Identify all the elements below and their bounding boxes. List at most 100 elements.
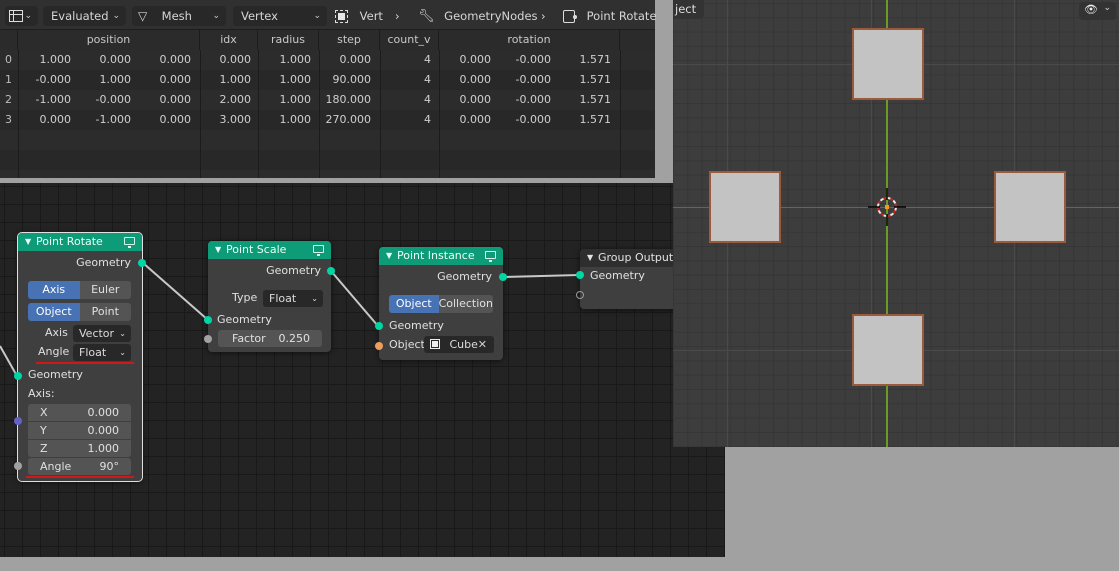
node-header[interactable]: ▼ Point Rotate <box>18 233 142 251</box>
type-dropdown[interactable]: Float ⌄ <box>263 290 323 307</box>
input-geometry-label: Geometry <box>590 269 645 282</box>
axis-z-label: Z <box>40 442 48 455</box>
domain-dropdown[interactable]: Vertex ⌄ <box>233 6 327 26</box>
rotation-type-toggle[interactable]: Axis Angle Euler <box>28 281 131 299</box>
object-mode-label: ject <box>675 2 697 16</box>
input-geometry-socket[interactable] <box>375 322 383 330</box>
angle-type-dropdown[interactable]: Float ⌄ <box>73 344 131 361</box>
node-title: Point Rotate <box>36 235 103 248</box>
space-object-option[interactable]: Object <box>28 303 80 321</box>
domain-value: Vertex <box>241 9 278 23</box>
input-geometry-socket[interactable] <box>576 271 584 279</box>
axis-z-field[interactable]: Z 1.000 <box>28 440 131 457</box>
axis-type-value: Vector <box>79 327 115 340</box>
cell-rotation: 0.000 <box>459 53 492 66</box>
visibility-selectability-button[interactable]: 👁︎ ⌄ <box>1079 2 1116 20</box>
link-input-to-rotate <box>0 345 18 377</box>
axis-type-dropdown[interactable]: Vector ⌄ <box>73 325 131 342</box>
input-axis-socket[interactable] <box>14 417 22 425</box>
space-toggle[interactable]: Object Point <box>28 303 131 321</box>
cell-step: 270.000 <box>325 113 372 126</box>
monitor-icon[interactable] <box>124 237 135 248</box>
empty-row <box>0 170 655 178</box>
column-header-radius[interactable]: radius <box>258 30 319 50</box>
chevron-down-icon: ⌄ <box>313 11 321 21</box>
object-picker[interactable]: Cube ✕ <box>424 336 494 353</box>
object-value: Cube <box>449 338 478 351</box>
input-angle-socket[interactable] <box>14 462 22 470</box>
node-point-rotate[interactable]: ▼ Point Rotate Geometry Axis Angle Euler… <box>14 232 146 482</box>
row-index-header <box>0 30 18 50</box>
input-factor-socket[interactable] <box>204 335 212 343</box>
input-geometry-socket[interactable] <box>14 372 22 380</box>
link-instance-to-output <box>502 274 581 278</box>
node-editor[interactable]: ▼ Point Rotate Geometry Axis Angle Euler… <box>0 183 725 557</box>
table-row: 3 0.000 -1.000 0.000 3.000 1.000 270.000 4 0.000… <box>0 110 655 130</box>
cell-rotation: -0.000 <box>515 73 551 86</box>
clear-x-icon[interactable]: ✕ <box>478 336 487 353</box>
cell-radius: 1.000 <box>279 113 312 126</box>
cell-radius: 1.000 <box>279 53 312 66</box>
editor-type-button[interactable]: ⌄ <box>5 6 38 26</box>
monitor-icon[interactable] <box>313 245 324 256</box>
cell-step: 0.000 <box>339 53 372 66</box>
factor-label: Factor <box>232 332 266 345</box>
node-point-instance[interactable]: ▼ Point Instance Geometry Object Collect… <box>375 247 507 360</box>
cell-radius: 1.000 <box>279 93 312 106</box>
collapse-triangle-icon[interactable]: ▼ <box>587 249 593 267</box>
collapse-triangle-icon[interactable]: ▼ <box>25 233 31 251</box>
column-header-position[interactable]: position <box>18 30 200 50</box>
instance-mode-toggle[interactable]: Object Collection <box>389 295 493 313</box>
factor-field[interactable]: Factor 0.250 <box>218 330 322 347</box>
collapse-triangle-icon[interactable]: ▼ <box>215 241 221 259</box>
column-header-rotation[interactable]: rotation <box>439 30 620 50</box>
column-header-spacer <box>620 30 655 50</box>
empty-input-socket[interactable] <box>576 291 584 299</box>
collapse-triangle-icon[interactable]: ▼ <box>386 247 392 265</box>
node-header[interactable]: ▼ Point Scale <box>208 241 331 259</box>
wrench-icon: 🔧︎ <box>418 9 435 24</box>
axis-y-value: 0.000 <box>87 424 120 437</box>
output-geometry-label: Geometry <box>266 264 321 277</box>
column-header-idx[interactable]: idx <box>200 30 258 50</box>
mode-collection-option[interactable]: Collection <box>438 295 493 313</box>
output-geometry-socket[interactable] <box>138 259 146 267</box>
cell-rotation: 1.571 <box>579 93 612 106</box>
cube-instance[interactable] <box>994 171 1066 243</box>
output-geometry-socket[interactable] <box>499 273 507 281</box>
column-divider <box>380 50 381 178</box>
input-geometry-label: Geometry <box>28 368 83 381</box>
column-header-step[interactable]: step <box>319 30 380 50</box>
chevron-down-icon: ⌄ <box>311 294 318 303</box>
input-geometry-socket[interactable] <box>204 316 212 324</box>
object-label: Object: <box>389 338 429 351</box>
cube-instance[interactable] <box>852 28 924 100</box>
selected-only-toggle[interactable]: Vert <box>335 6 383 26</box>
link-rotate-to-scale <box>142 262 209 321</box>
cell-position: 0.000 <box>159 53 192 66</box>
3d-cursor-icon[interactable] <box>867 187 907 227</box>
angle-field[interactable]: Angle 90° <box>28 458 131 475</box>
node-point-scale[interactable]: ▼ Point Scale Geometry Type Float ⌄ Geom… <box>204 241 335 352</box>
cube-object-icon <box>430 339 440 349</box>
axis-x-field[interactable]: X 0.000 <box>28 404 131 421</box>
cube-instance[interactable] <box>709 171 781 243</box>
node-header[interactable]: ▼ Point Instance <box>379 247 503 265</box>
column-header-count-v[interactable]: count_v <box>380 30 439 50</box>
3d-viewport[interactable]: ject 👁︎ ⌄ <box>673 0 1119 447</box>
mode-object-option[interactable]: Object <box>389 295 439 313</box>
component-dropdown[interactable]: ▽ Mesh ⌄ <box>132 6 226 26</box>
evaluation-mode-value: Evaluated <box>51 9 109 23</box>
evaluation-mode-dropdown[interactable]: Evaluated ⌄ <box>43 6 126 26</box>
axis-y-field[interactable]: Y 0.000 <box>28 422 131 439</box>
object-mode-header[interactable]: ject <box>673 0 705 19</box>
monitor-icon[interactable] <box>485 251 496 262</box>
input-object-socket[interactable] <box>375 342 383 350</box>
space-point-option[interactable]: Point <box>79 303 131 321</box>
output-geometry-socket[interactable] <box>327 267 335 275</box>
mesh-icon: ▽ <box>138 9 148 23</box>
type-euler-option[interactable]: Euler <box>79 281 131 299</box>
cube-instance[interactable] <box>852 314 924 386</box>
type-axis-angle-option[interactable]: Axis Angle <box>28 281 80 299</box>
column-divider <box>319 50 320 178</box>
